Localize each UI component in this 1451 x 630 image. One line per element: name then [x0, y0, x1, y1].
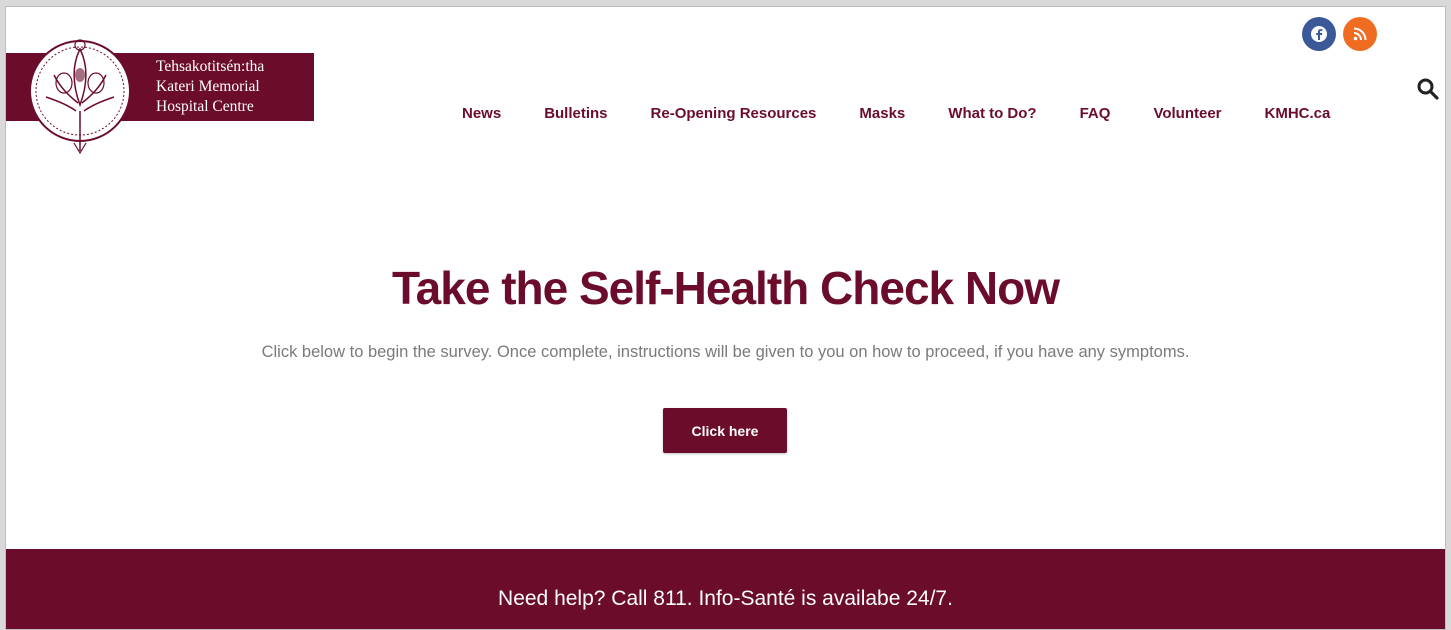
rss-glyph [1353, 27, 1367, 41]
logo-text: Tehsakotitsén:tha Kateri Memorial Hospit… [156, 57, 264, 117]
facebook-icon[interactable] [1302, 17, 1336, 51]
hero-title: Take the Self-Health Check Now [392, 262, 1060, 314]
main-nav: News Bulletins Re-Opening Resources Mask… [462, 105, 1330, 122]
nav-item-news[interactable]: News [462, 105, 501, 122]
feather-emblem-icon [29, 39, 131, 155]
logo-text-line: Tehsakotitsén:tha [156, 58, 265, 75]
logo-text-line: Hospital Centre [156, 98, 254, 115]
hero-subtitle: Click below to begin the survey. Once co… [261, 343, 1190, 361]
nav-item-bulletins[interactable]: Bulletins [544, 105, 607, 122]
facebook-glyph [1311, 26, 1327, 42]
site-logo[interactable]: Tehsakotitsén:tha Kateri Memorial Hospit… [6, 35, 314, 157]
nav-item-faq[interactable]: FAQ [1080, 105, 1111, 122]
nav-item-what-to-do[interactable]: What to Do? [948, 105, 1036, 122]
help-bar: Need help? Call 811. Info-Santé is avail… [6, 549, 1445, 629]
nav-item-re-opening-resources[interactable]: Re-Opening Resources [651, 105, 817, 122]
page-frame: Tehsakotitsén:tha Kateri Memorial Hospit… [5, 6, 1446, 630]
rss-icon[interactable] [1343, 17, 1377, 51]
logo-text-line: Kateri Memorial [156, 78, 260, 95]
nav-item-volunteer[interactable]: Volunteer [1153, 105, 1221, 122]
help-text: Need help? Call 811. Info-Santé is avail… [498, 587, 953, 610]
nav-item-masks[interactable]: Masks [859, 105, 905, 122]
click-here-button[interactable]: Click here [663, 408, 787, 453]
nav-item-kmhc[interactable]: KMHC.ca [1265, 105, 1331, 122]
social-links [1302, 17, 1377, 51]
search-icon[interactable] [1416, 77, 1440, 101]
